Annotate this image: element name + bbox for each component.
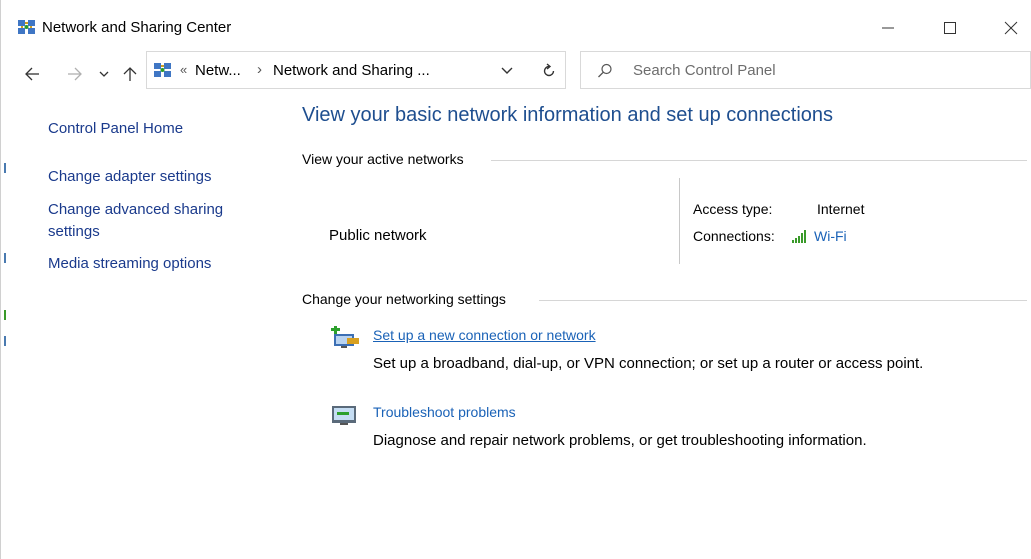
- chevron-down-icon: [99, 71, 109, 77]
- sidebar-item-change-adapter-settings[interactable]: Change adapter settings: [48, 166, 211, 188]
- close-icon: [1004, 21, 1018, 35]
- up-button[interactable]: [120, 62, 140, 86]
- active-networks-title: View your active networks: [302, 151, 464, 167]
- edge-mark: [4, 253, 6, 263]
- breadcrumb-network-sharing[interactable]: Network and Sharing ...: [273, 62, 430, 79]
- access-type-label: Access type:: [693, 201, 773, 217]
- arrow-left-icon: [25, 67, 39, 81]
- network-globe-icon: [154, 63, 171, 77]
- sidebar-item-change-advanced-sharing-settings[interactable]: Change advanced sharing settings: [48, 199, 248, 243]
- search-input[interactable]: [633, 60, 1013, 80]
- close-button[interactable]: [991, 11, 1031, 45]
- troubleshoot-problems-link[interactable]: Troubleshoot problems: [373, 404, 516, 420]
- window-title: Network and Sharing Center: [42, 19, 232, 36]
- arrow-up-icon: [123, 67, 137, 81]
- network-divider: [679, 178, 680, 264]
- troubleshoot-problems-description: Diagnose and repair network problems, or…: [373, 432, 867, 449]
- maximize-button[interactable]: [930, 11, 970, 45]
- address-dropdown-button[interactable]: [497, 62, 517, 80]
- address-bar[interactable]: « Netw... › Network and Sharing ...: [146, 51, 566, 89]
- connections-label: Connections:: [693, 228, 775, 244]
- edge-mark: [4, 310, 6, 320]
- breadcrumb-separator[interactable]: ›: [257, 61, 262, 78]
- sidebar-item-control-panel-home[interactable]: Control Panel Home: [48, 118, 183, 140]
- setup-new-connection-link[interactable]: Set up a new connection or network: [373, 327, 596, 343]
- network-globe-icon: [18, 20, 35, 34]
- wifi-connection[interactable]: Wi-Fi: [792, 228, 847, 244]
- section-divider: [539, 300, 1027, 301]
- forward-button[interactable]: [64, 62, 86, 86]
- wifi-signal-icon: [792, 230, 806, 243]
- refresh-icon: [543, 63, 555, 77]
- sidebar-item-media-streaming-options[interactable]: Media streaming options: [48, 253, 211, 275]
- access-type-value: Internet: [817, 201, 865, 217]
- setup-new-connection-description: Set up a broadband, dial-up, or VPN conn…: [373, 355, 924, 372]
- edge-mark: [4, 336, 6, 346]
- search-icon: [598, 63, 612, 78]
- wifi-link[interactable]: Wi-Fi: [814, 228, 847, 244]
- troubleshoot-icon: [332, 406, 356, 425]
- recent-locations-button[interactable]: [96, 62, 112, 86]
- search-box[interactable]: [580, 51, 1031, 89]
- section-divider: [491, 160, 1027, 161]
- edge-mark: [4, 163, 6, 173]
- chevron-down-icon: [501, 67, 513, 74]
- minimize-icon: [882, 27, 894, 29]
- refresh-button[interactable]: [533, 59, 564, 83]
- new-connection-icon: [331, 326, 359, 348]
- title-bar: Network and Sharing Center: [0, 0, 1031, 54]
- back-button[interactable]: [20, 62, 44, 86]
- page-title: View your basic network information and …: [302, 104, 834, 126]
- main-content: View your basic network information and …: [302, 100, 1031, 559]
- network-name: Public network: [329, 227, 427, 244]
- arrow-right-icon: [68, 67, 82, 81]
- maximize-icon: [944, 22, 956, 34]
- minimize-button[interactable]: [868, 11, 908, 45]
- breadcrumb-network[interactable]: Netw...: [195, 62, 241, 79]
- change-settings-title: Change your networking settings: [302, 291, 506, 307]
- breadcrumb-overflow[interactable]: «: [180, 62, 187, 77]
